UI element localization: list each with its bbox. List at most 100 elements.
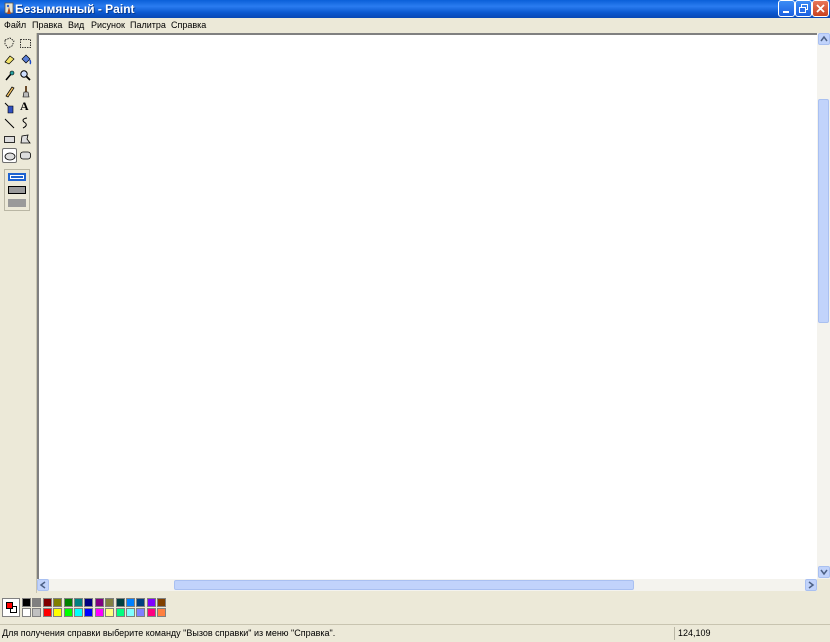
curve-tool[interactable] bbox=[18, 116, 33, 131]
fill-option-filled[interactable] bbox=[8, 199, 26, 207]
cursor-coordinates: 124,109 bbox=[678, 628, 711, 638]
menu-image[interactable]: Рисунок bbox=[91, 18, 125, 32]
select-tool[interactable] bbox=[18, 36, 33, 51]
scrollbar-corner bbox=[817, 579, 830, 591]
palette-color-swatch[interactable] bbox=[146, 598, 156, 607]
palette-color-swatch[interactable] bbox=[84, 598, 94, 607]
scroll-right-button[interactable] bbox=[805, 579, 817, 591]
pencil-icon bbox=[5, 86, 15, 98]
palette-color-swatch[interactable] bbox=[94, 598, 104, 607]
toolbox: A bbox=[0, 33, 37, 593]
free-form-select-tool[interactable] bbox=[2, 36, 17, 51]
palette-color-swatch[interactable] bbox=[63, 608, 73, 617]
drawing-canvas[interactable] bbox=[37, 33, 817, 579]
current-colors bbox=[2, 598, 20, 617]
vertical-scrollbar[interactable] bbox=[817, 33, 830, 579]
palette-color-swatch[interactable] bbox=[74, 598, 83, 607]
text-tool[interactable]: A bbox=[18, 99, 33, 115]
palette-color-swatch[interactable] bbox=[42, 608, 52, 617]
fill-option-outline-filled[interactable] bbox=[8, 186, 26, 194]
menu-view[interactable]: Вид bbox=[68, 18, 84, 32]
palette-color-swatch[interactable] bbox=[22, 598, 31, 607]
palette-color-swatch[interactable] bbox=[53, 608, 63, 617]
tool-options-box bbox=[4, 169, 30, 211]
status-separator bbox=[674, 627, 675, 640]
free-form-select-icon bbox=[4, 37, 15, 49]
curve-icon bbox=[22, 117, 28, 129]
palette-color-swatch[interactable] bbox=[94, 608, 104, 617]
scroll-up-button[interactable] bbox=[818, 33, 830, 45]
chevron-up-icon bbox=[820, 35, 828, 42]
eraser-icon bbox=[4, 55, 15, 65]
palette-color-swatch[interactable] bbox=[53, 598, 63, 607]
status-text: Для получения справки выберите команду "… bbox=[2, 628, 336, 638]
palette-color-swatch[interactable] bbox=[42, 598, 52, 607]
title-bar: Безымянный - Paint bbox=[0, 0, 830, 18]
horizontal-scroll-thumb[interactable] bbox=[174, 580, 634, 590]
palette-color-swatch[interactable] bbox=[63, 598, 73, 607]
palette-color-swatch[interactable] bbox=[157, 598, 167, 607]
eraser-tool[interactable] bbox=[2, 52, 17, 67]
close-icon bbox=[816, 4, 825, 13]
fill-tool[interactable] bbox=[18, 52, 33, 67]
chevron-left-icon bbox=[39, 581, 46, 589]
palette-color-swatch[interactable] bbox=[126, 598, 135, 607]
rounded-rectangle-tool[interactable] bbox=[18, 148, 33, 163]
scroll-down-button[interactable] bbox=[818, 566, 830, 578]
text-icon: A bbox=[20, 99, 29, 113]
line-icon bbox=[4, 118, 15, 129]
menu-help[interactable]: Справка bbox=[171, 18, 206, 32]
restore-button[interactable] bbox=[795, 0, 812, 17]
polygon-tool[interactable] bbox=[18, 132, 33, 147]
palette-color-swatch[interactable] bbox=[136, 608, 146, 617]
restore-icon bbox=[799, 4, 808, 13]
palette-color-swatch[interactable] bbox=[74, 608, 83, 617]
fill-option-outline[interactable] bbox=[8, 173, 26, 181]
vertical-scroll-thumb[interactable] bbox=[818, 99, 829, 323]
polygon-icon bbox=[20, 134, 31, 144]
magnifier-tool[interactable] bbox=[18, 68, 33, 83]
ellipse-tool[interactable] bbox=[2, 148, 17, 163]
palette-color-swatch[interactable] bbox=[105, 598, 115, 607]
menu-edit[interactable]: Правка bbox=[32, 18, 62, 32]
close-button[interactable] bbox=[812, 0, 829, 17]
palette-color-swatch[interactable] bbox=[84, 608, 94, 617]
foreground-color[interactable] bbox=[6, 602, 13, 609]
chevron-right-icon bbox=[808, 581, 815, 589]
brush-icon bbox=[22, 86, 30, 98]
status-bar: Для получения справки выберите команду "… bbox=[0, 624, 830, 642]
palette-color-swatch[interactable] bbox=[105, 608, 115, 617]
horizontal-scrollbar[interactable] bbox=[37, 579, 817, 591]
rectangle-tool[interactable] bbox=[2, 132, 17, 147]
palette-color-swatch[interactable] bbox=[32, 598, 42, 607]
fill-icon bbox=[21, 54, 32, 65]
menu-colors[interactable]: Палитра bbox=[130, 18, 166, 32]
minimize-button[interactable] bbox=[778, 0, 795, 17]
menu-file[interactable]: Файл bbox=[4, 18, 26, 32]
magnifier-icon bbox=[20, 70, 31, 81]
brush-tool[interactable] bbox=[18, 84, 33, 99]
palette-color-swatch[interactable] bbox=[136, 598, 146, 607]
airbrush-icon bbox=[4, 102, 14, 114]
palette-color-swatch[interactable] bbox=[146, 608, 156, 617]
line-tool[interactable] bbox=[2, 116, 17, 131]
palette-color-swatch[interactable] bbox=[22, 608, 31, 617]
palette-color-swatch[interactable] bbox=[157, 608, 167, 617]
scroll-left-button[interactable] bbox=[37, 579, 49, 591]
pick-color-tool[interactable] bbox=[2, 68, 17, 83]
palette-color-swatch[interactable] bbox=[126, 608, 135, 617]
palette-color-swatch[interactable] bbox=[115, 598, 125, 607]
rounded-rectangle-icon bbox=[20, 151, 31, 160]
pick-color-icon bbox=[5, 70, 15, 81]
palette-color-swatch[interactable] bbox=[115, 608, 125, 617]
paint-app-icon[interactable] bbox=[3, 2, 15, 16]
minimize-icon bbox=[783, 11, 789, 13]
palette-color-swatch[interactable] bbox=[32, 608, 42, 617]
select-icon bbox=[20, 39, 31, 48]
pencil-tool[interactable] bbox=[2, 84, 17, 99]
airbrush-tool[interactable] bbox=[2, 100, 17, 115]
window-title: Безымянный - Paint bbox=[15, 2, 135, 16]
menu-bar: Файл Правка Вид Рисунок Палитра Справка bbox=[0, 18, 830, 32]
chevron-down-icon bbox=[820, 569, 828, 576]
rectangle-icon bbox=[4, 136, 15, 143]
